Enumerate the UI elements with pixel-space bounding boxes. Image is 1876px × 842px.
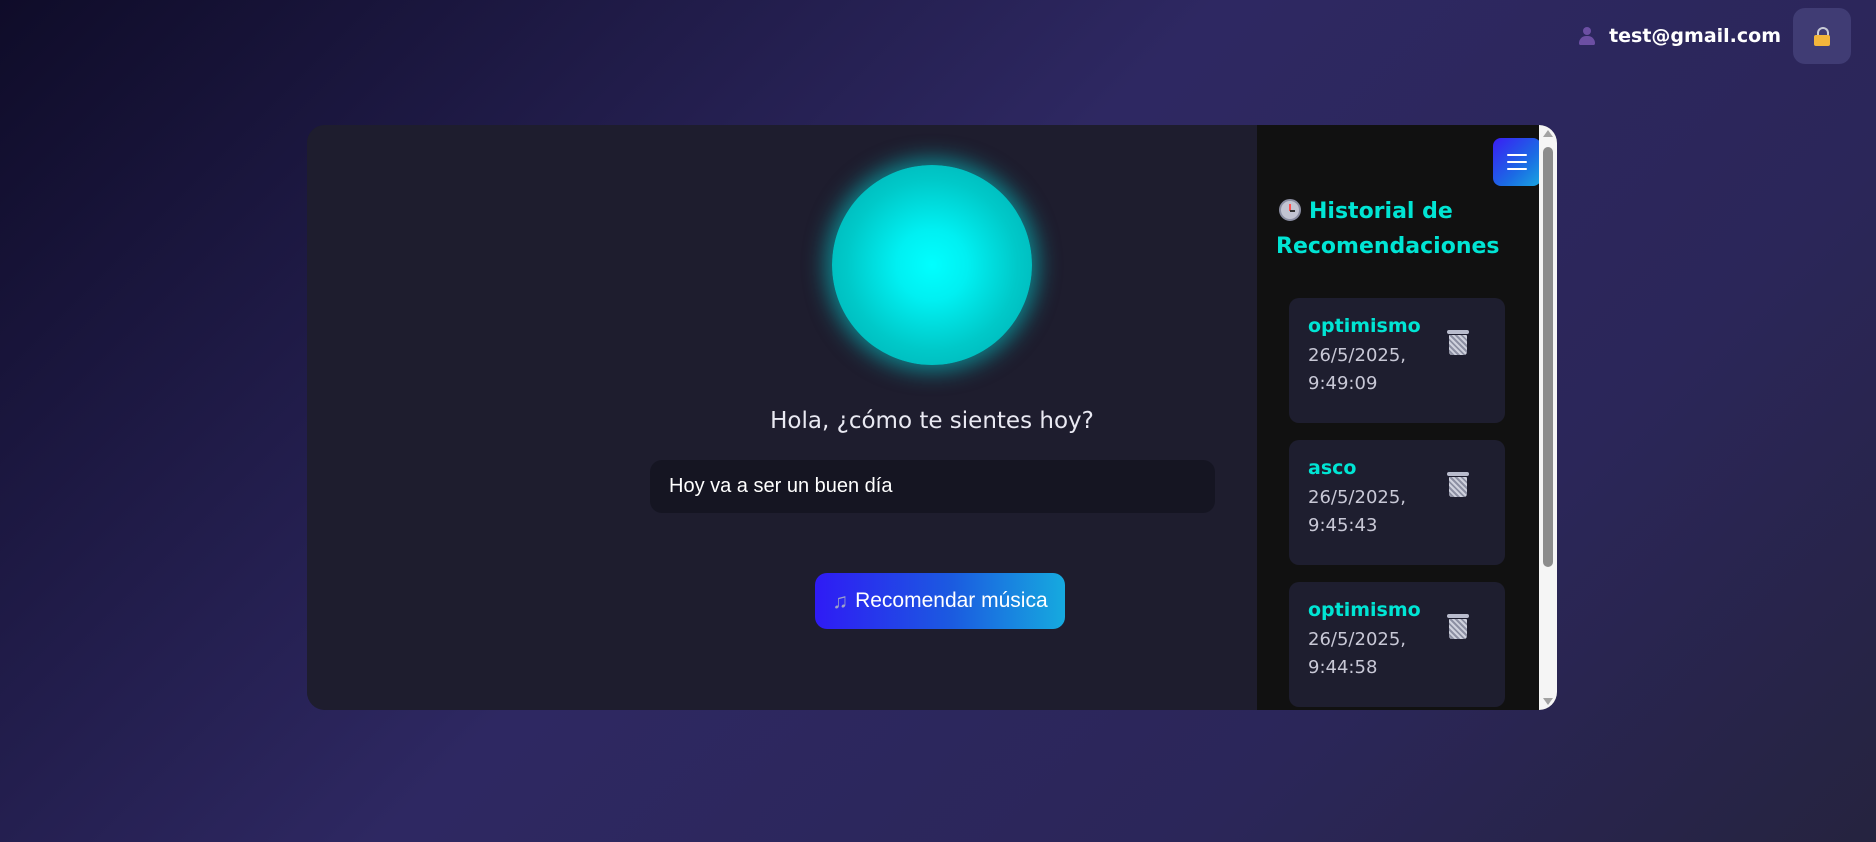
history-item-emotion: asco <box>1308 457 1357 479</box>
main-card: Hola, ¿cómo te sientes hoy? ♫ Recomendar… <box>307 125 1557 710</box>
scroll-thumb[interactable] <box>1543 147 1553 567</box>
history-list: optimismo 26/5/2025, 9:49:09 asco 26/5/2… <box>1289 298 1505 710</box>
clock-icon <box>1279 199 1301 221</box>
recommend-music-button[interactable]: ♫ Recomendar música <box>815 573 1065 629</box>
history-item[interactable]: optimismo 26/5/2025, 9:44:58 <box>1289 582 1505 707</box>
history-item-date: 26/5/2025, 9:45:43 <box>1308 487 1407 536</box>
history-item-emotion: optimismo <box>1308 315 1421 337</box>
history-title-text: Historial de Recomendaciones <box>1276 199 1500 259</box>
history-item-emotion: optimismo <box>1308 599 1421 621</box>
mood-orb <box>832 165 1032 365</box>
user-area: test@gmail.com <box>1579 8 1851 64</box>
greeting-heading: Hola, ¿cómo te sientes hoy? <box>770 408 1094 434</box>
lock-icon <box>1814 27 1830 46</box>
user-email: test@gmail.com <box>1609 25 1781 47</box>
history-item-date: 26/5/2025, 9:44:58 <box>1308 629 1407 678</box>
trash-icon[interactable] <box>1447 472 1469 498</box>
sidebar-scrollbar[interactable] <box>1539 125 1557 710</box>
music-note-icon: ♫ <box>832 589 849 613</box>
history-item-date: 26/5/2025, 9:49:09 <box>1308 345 1407 394</box>
scroll-up-arrow-icon[interactable] <box>1543 130 1553 137</box>
history-item[interactable]: optimismo 26/5/2025, 9:49:09 <box>1289 298 1505 423</box>
hamburger-icon <box>1507 154 1527 170</box>
history-title: Historial de Recomendaciones <box>1276 194 1516 264</box>
trash-icon[interactable] <box>1447 614 1469 640</box>
mood-input[interactable] <box>650 460 1215 513</box>
user-icon <box>1579 27 1596 45</box>
scroll-down-arrow-icon[interactable] <box>1543 698 1553 705</box>
menu-toggle-button[interactable] <box>1493 138 1539 186</box>
logout-button[interactable] <box>1793 8 1851 64</box>
trash-icon[interactable] <box>1447 330 1469 356</box>
history-sidebar: Historial de Recomendaciones optimismo 2… <box>1257 125 1539 710</box>
mood-panel: Hola, ¿cómo te sientes hoy? ♫ Recomendar… <box>307 125 1257 710</box>
history-item[interactable]: asco 26/5/2025, 9:45:43 <box>1289 440 1505 565</box>
recommend-music-label: Recomendar música <box>855 589 1048 612</box>
